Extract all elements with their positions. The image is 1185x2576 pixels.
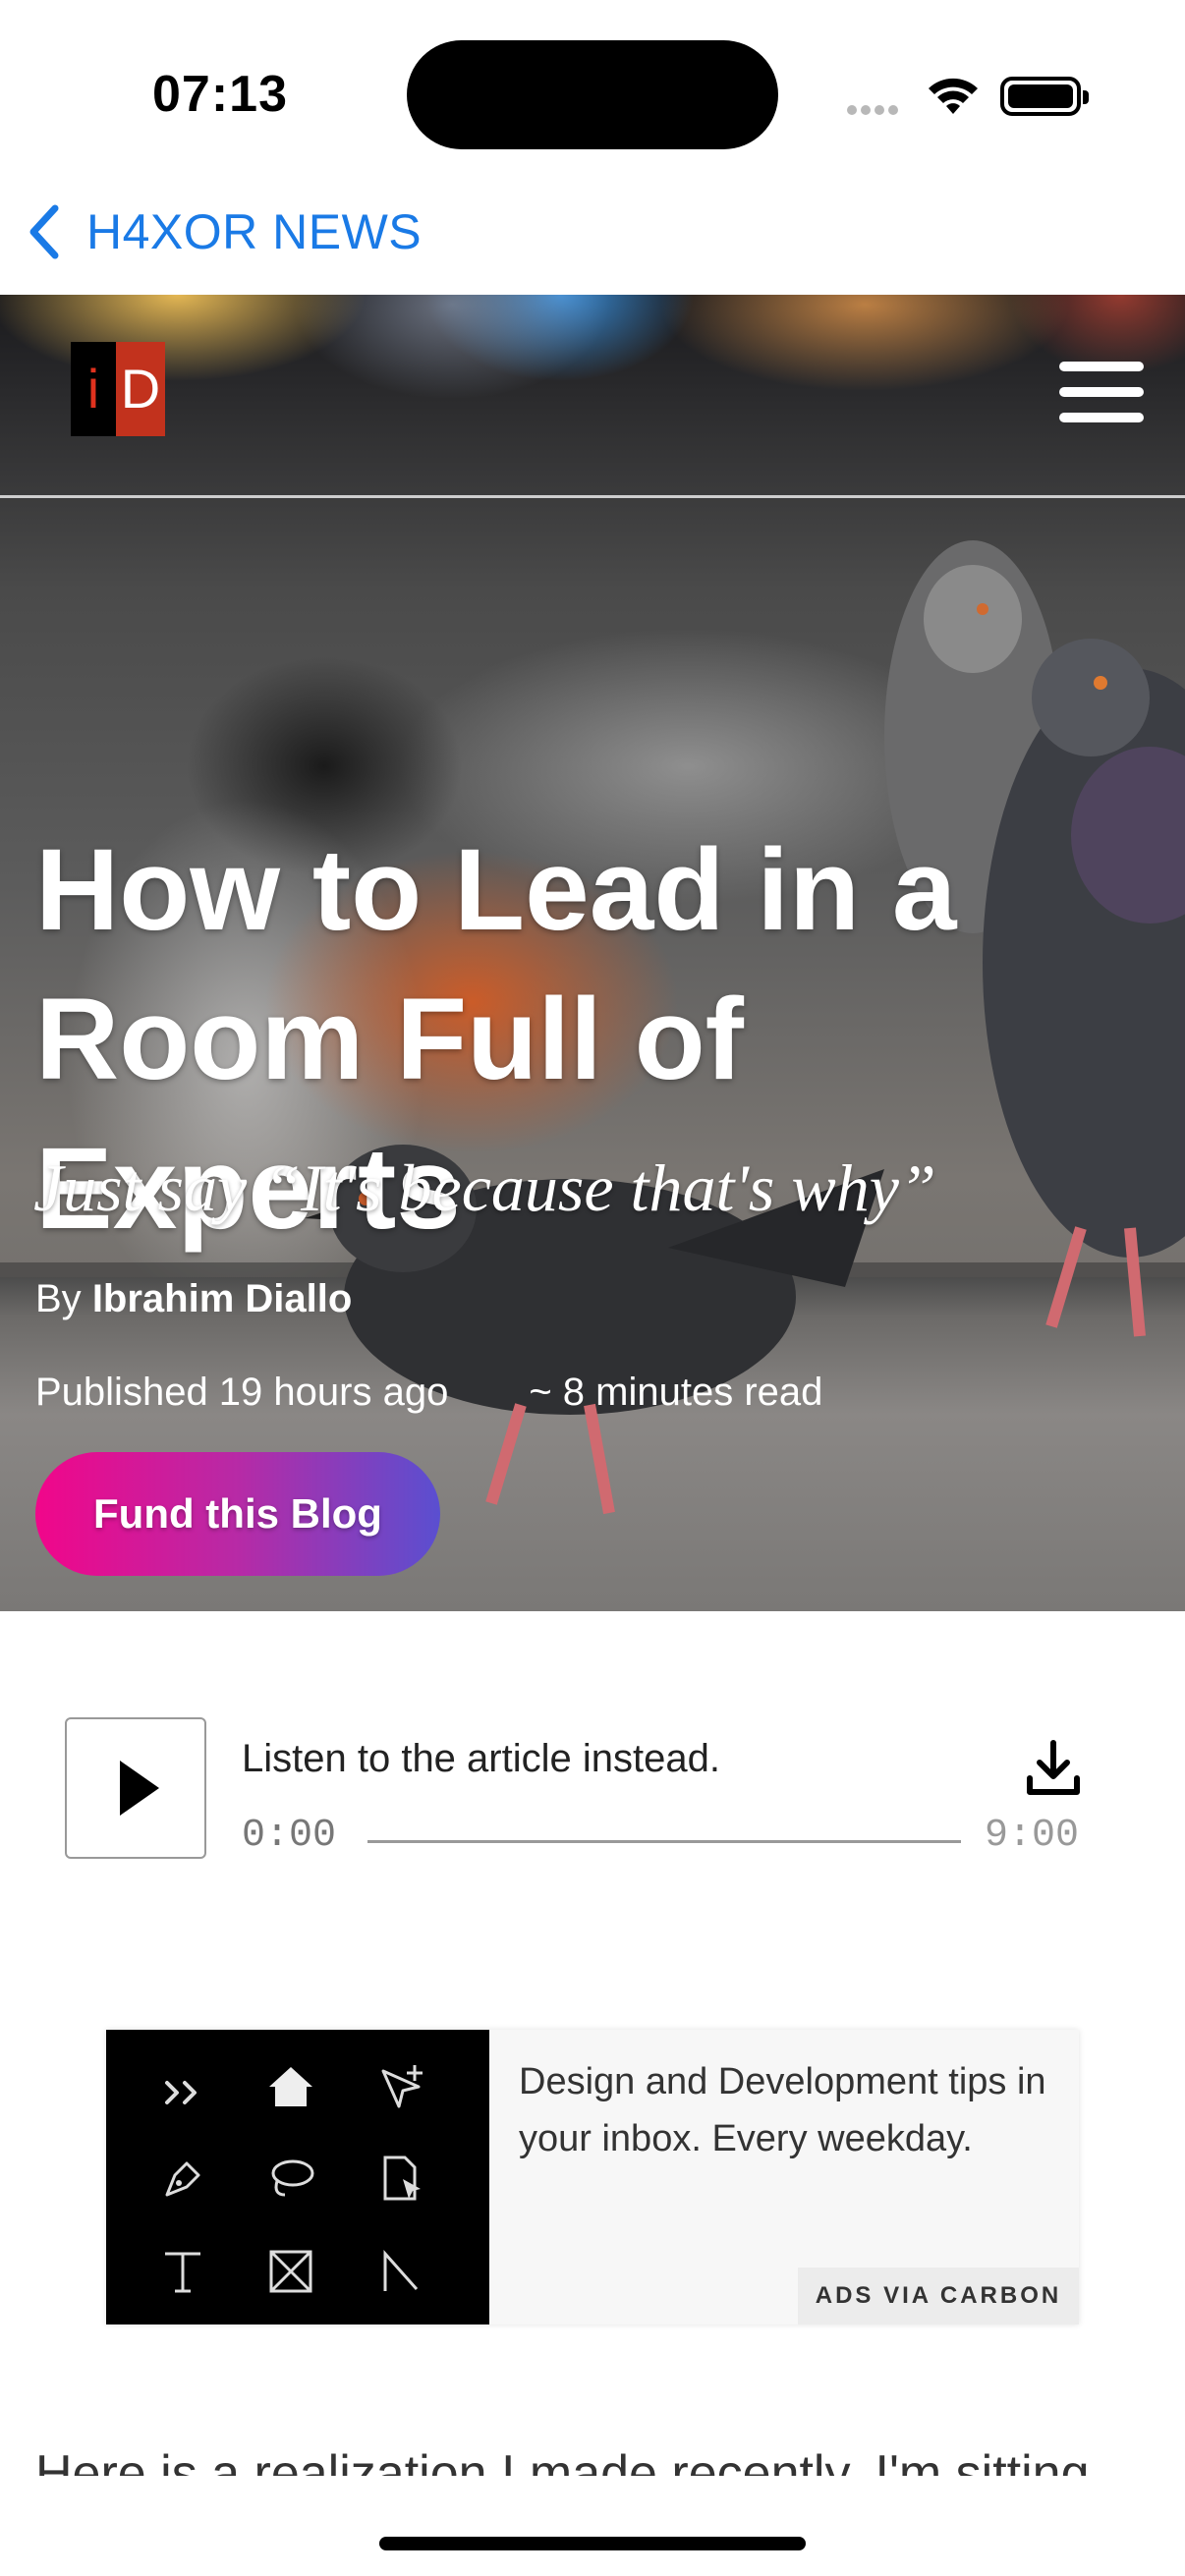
- audio-duration: 9:00: [985, 1814, 1080, 1858]
- pen-icon: [165, 2161, 200, 2197]
- ad-image[interactable]: [106, 2030, 489, 2324]
- frame-icon: [269, 2250, 312, 2293]
- read-time: ~ 8 minutes read: [529, 1371, 823, 1414]
- carbon-ad: Design and Development tips in your inbo…: [106, 2030, 1079, 2324]
- double-chevron-right-icon: [165, 2081, 197, 2104]
- article-hero: i D How to Lead in a Room Full of Expert…: [0, 295, 1185, 1611]
- text-tool-icon: [165, 2252, 200, 2293]
- dynamic-island: [407, 40, 778, 149]
- status-bar: 07:13: [0, 0, 1185, 187]
- line-tool-icon: [383, 2250, 419, 2291]
- audio-progress-slider[interactable]: [367, 1840, 961, 1843]
- fund-blog-button[interactable]: Fund this Blog: [35, 1452, 440, 1576]
- logo-right-letter: D: [116, 342, 165, 436]
- hero-background-glow: [0, 295, 1185, 491]
- play-button[interactable]: [65, 1717, 206, 1859]
- cellular-signal-icon: [847, 102, 906, 115]
- article-body: Here is a realization I made recently. I…: [35, 2446, 1165, 2476]
- hamburger-menu-icon[interactable]: [1059, 362, 1144, 422]
- back-button-label: H4XOR NEWS: [86, 204, 423, 259]
- play-icon: [120, 1761, 159, 1816]
- home-icon: [269, 2067, 312, 2106]
- home-indicator[interactable]: [379, 2537, 806, 2550]
- published-time: Published 19 hours ago: [35, 1371, 449, 1414]
- cursor-plus-icon: [381, 2065, 423, 2108]
- chevron-left-icon: [29, 204, 59, 259]
- author-link[interactable]: Ibrahim Diallo: [92, 1277, 353, 1320]
- site-logo[interactable]: i D: [71, 342, 165, 436]
- article-subtitle: Just say “It's because that's why”: [33, 1150, 936, 1225]
- article-meta: Published 19 hours ago ~ 8 minutes read: [35, 1371, 822, 1415]
- article-body-text: Here is a realization I made recently. I…: [35, 2446, 1090, 2476]
- audio-prompt: Listen to the article instead.: [242, 1737, 720, 1780]
- byline-prefix: By: [35, 1277, 82, 1320]
- back-button[interactable]: H4XOR NEWS: [22, 193, 422, 271]
- file-cursor-icon: [383, 2156, 421, 2201]
- ad-text-link[interactable]: Design and Development tips in your inbo…: [519, 2053, 1069, 2167]
- article-byline: By Ibrahim Diallo: [35, 1277, 352, 1321]
- lasso-icon: [271, 2159, 314, 2197]
- battery-icon: [1000, 77, 1089, 116]
- download-icon[interactable]: [1026, 1739, 1081, 1798]
- logo-left-letter: i: [71, 342, 116, 436]
- ads-via-carbon-link[interactable]: ADS VIA CARBON: [798, 2268, 1079, 2324]
- status-time: 07:13: [152, 66, 288, 123]
- audio-current-time: 0:00: [242, 1814, 337, 1858]
- audio-player: Listen to the article instead. 0:00 9:00: [65, 1717, 1087, 1859]
- wifi-icon: [929, 78, 978, 114]
- header-divider: [0, 495, 1185, 498]
